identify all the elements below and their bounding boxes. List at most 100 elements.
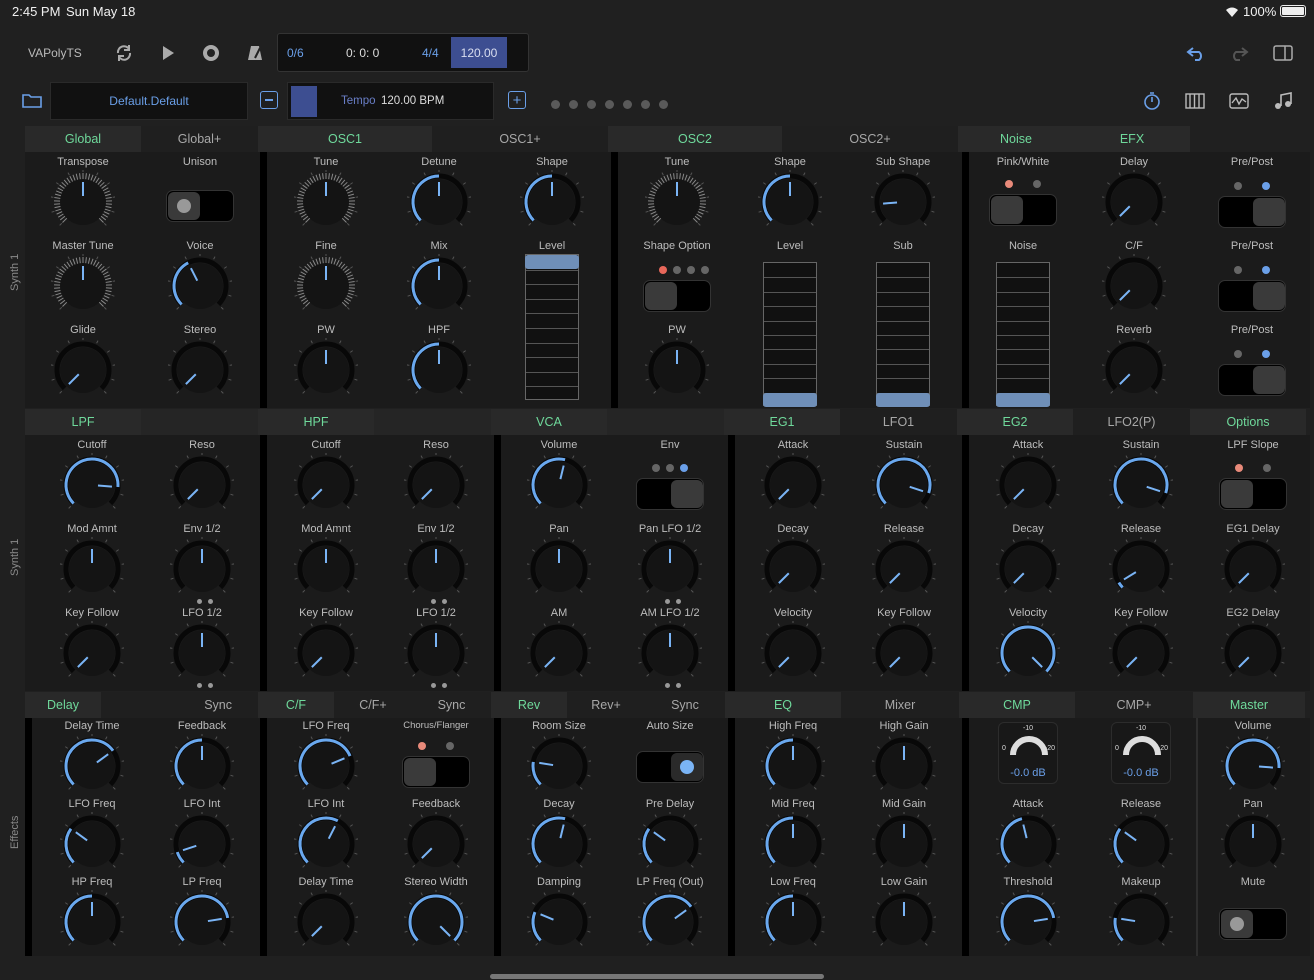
osc1-hpf-knob[interactable] — [406, 337, 472, 407]
eg1-sustain-knob[interactable] — [871, 452, 937, 522]
tab-vca[interactable]: VCA — [491, 409, 607, 435]
tab-rev-plus[interactable]: Rev+ — [567, 692, 645, 718]
metronome-icon[interactable] — [243, 42, 267, 64]
osc1-pw-knob[interactable] — [293, 337, 359, 407]
vca-env-toggle[interactable] — [636, 478, 704, 510]
osc1-fine-knob[interactable] — [293, 253, 359, 323]
eg2-sustain-knob[interactable] — [1108, 452, 1174, 522]
preset-name[interactable]: Default.Default — [50, 82, 248, 120]
sidebar-icon[interactable] — [1271, 42, 1295, 64]
tab-lfo1[interactable]: LFO1 — [840, 409, 957, 435]
eg2-delay-knob[interactable] — [1220, 620, 1286, 690]
efx-reverb-knob[interactable] — [1101, 337, 1167, 407]
redo-icon[interactable] — [1227, 42, 1251, 64]
option-dot[interactable] — [1234, 266, 1242, 274]
option-dot[interactable] — [1234, 182, 1242, 190]
vca-am-lfo-knob[interactable] — [637, 620, 703, 690]
tempo-minus-button[interactable] — [260, 91, 278, 109]
tab-efx[interactable]: EFX — [1074, 126, 1190, 152]
eg1-delay-knob[interactable] — [1220, 536, 1286, 606]
prepost-3-toggle[interactable] — [1218, 364, 1286, 396]
osc1-mix-knob[interactable] — [406, 253, 472, 323]
timer-icon[interactable] — [1141, 90, 1163, 112]
eg1-key-follow-knob[interactable] — [871, 620, 937, 690]
eg2-key-follow-knob[interactable] — [1108, 620, 1174, 690]
damping-knob[interactable] — [526, 889, 592, 959]
tab-cmp[interactable]: CMP — [959, 692, 1075, 718]
option-dot[interactable] — [659, 266, 667, 274]
tab-global[interactable]: Global — [25, 126, 141, 152]
option-dot[interactable] — [673, 266, 681, 274]
lpf-cutoff-knob[interactable] — [59, 452, 125, 522]
undo-icon[interactable] — [1184, 42, 1208, 64]
eg2-velocity-knob[interactable] — [995, 620, 1061, 690]
eg1-decay-knob[interactable] — [760, 536, 826, 606]
eg2-decay-knob[interactable] — [995, 536, 1061, 606]
osc1-shape-knob[interactable] — [519, 169, 585, 239]
delay-time-knob[interactable] — [59, 733, 125, 803]
delay-hp-freq-knob[interactable] — [59, 889, 125, 959]
bpm-display[interactable]: 120.00 — [451, 37, 507, 68]
option-dot[interactable] — [652, 464, 660, 472]
lpf-key-follow-knob[interactable] — [59, 620, 125, 690]
rev-decay-knob[interactable] — [526, 811, 592, 881]
loop-icon[interactable] — [112, 42, 136, 64]
lp-freq-out-knob[interactable] — [637, 889, 703, 959]
option-dot[interactable] — [1005, 180, 1013, 188]
lpf-mod-amount-knob[interactable] — [59, 536, 125, 606]
tab-cf[interactable]: C/F — [258, 692, 334, 718]
hpf-key-follow-knob[interactable] — [293, 620, 359, 690]
option-dot[interactable] — [1262, 350, 1270, 358]
tab-mixer[interactable]: Mixer — [841, 692, 959, 718]
eq-high-freq-knob[interactable] — [760, 733, 826, 803]
osc1-level-slider[interactable] — [525, 254, 579, 400]
eq-mid-freq-knob[interactable] — [760, 811, 826, 881]
eg1-attack-knob[interactable] — [760, 452, 826, 522]
delay-lfo-freq-knob[interactable] — [59, 811, 125, 881]
glide-knob[interactable] — [50, 337, 116, 407]
vca-volume-knob[interactable] — [526, 452, 592, 522]
tab-delay[interactable]: Delay — [25, 692, 101, 718]
option-dot[interactable] — [1235, 464, 1243, 472]
eq-low-gain-knob[interactable] — [871, 889, 937, 959]
record-icon[interactable] — [199, 42, 223, 64]
option-dot[interactable] — [1262, 182, 1270, 190]
hpf-lfo-knob[interactable] — [403, 620, 469, 690]
efx-cf-knob[interactable] — [1101, 253, 1167, 323]
stereo-knob[interactable] — [167, 337, 233, 407]
tab-osc2[interactable]: OSC2 — [608, 126, 782, 152]
cf-feedback-knob[interactable] — [403, 811, 469, 881]
tab-master[interactable]: Master — [1193, 692, 1305, 718]
tab-lfo2p[interactable]: LFO2(P) — [1073, 409, 1190, 435]
tab-rev-sync[interactable]: Sync — [645, 692, 725, 718]
option-dot[interactable] — [680, 464, 688, 472]
unison-toggle[interactable] — [166, 190, 234, 222]
option-dot[interactable] — [1263, 464, 1271, 472]
lpf-lfo-knob[interactable] — [169, 620, 235, 690]
tab-eg2[interactable]: EG2 — [957, 409, 1073, 435]
page-dots[interactable] — [551, 96, 668, 114]
music-notes-icon[interactable] — [1272, 90, 1294, 112]
noise-level-slider[interactable] — [996, 262, 1050, 407]
tab-cf-plus[interactable]: C/F+ — [334, 692, 412, 718]
tab-osc1-plus[interactable]: OSC1+ — [432, 126, 608, 152]
eg1-release-knob[interactable] — [871, 536, 937, 606]
eg1-velocity-knob[interactable] — [760, 620, 826, 690]
eg2-attack-knob[interactable] — [995, 452, 1061, 522]
hpf-mod-amount-knob[interactable] — [293, 536, 359, 606]
master-tune-knob[interactable] — [50, 253, 116, 323]
pink-white-toggle[interactable] — [989, 194, 1057, 226]
tab-cmp-plus[interactable]: CMP+ — [1075, 692, 1193, 718]
cmp-makeup-knob[interactable] — [1108, 889, 1174, 959]
hpf-env-knob[interactable] — [403, 536, 469, 606]
tab-eg1[interactable]: EG1 — [724, 409, 840, 435]
chorus-flanger-toggle[interactable] — [402, 756, 470, 788]
osc1-tune-knob[interactable] — [293, 169, 359, 239]
tab-cf-sync[interactable]: Sync — [412, 692, 491, 718]
osc2-shape-knob[interactable] — [757, 169, 823, 239]
tab-delay-sync[interactable]: Sync — [101, 692, 258, 718]
osc2-tune-knob[interactable] — [644, 169, 710, 239]
option-dot[interactable] — [1234, 350, 1242, 358]
cf-lfo-int-knob[interactable] — [293, 811, 359, 881]
voice-knob[interactable] — [167, 253, 233, 323]
